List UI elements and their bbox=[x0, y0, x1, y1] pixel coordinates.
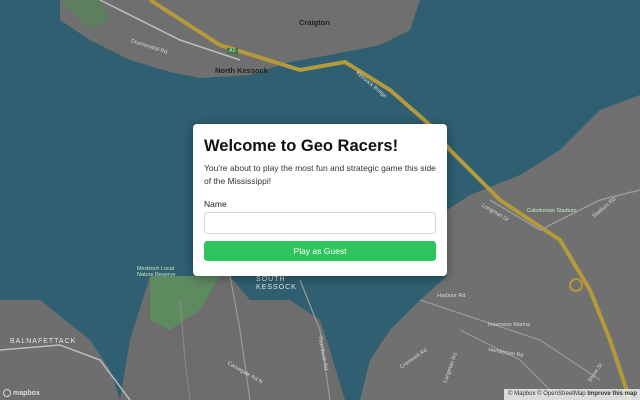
attribution-osm-link[interactable]: © OpenStreetMap bbox=[537, 391, 585, 397]
map-attribution: © Mapbox © OpenStreetMap Improve this ma… bbox=[504, 389, 640, 400]
label-balnafettack: BALNAFETTACK bbox=[10, 338, 77, 345]
attribution-mapbox-link[interactable]: © Mapbox bbox=[508, 391, 535, 397]
label-caledonian-stadium: Caledonian Stadium bbox=[527, 208, 577, 214]
modal-description: You're about to play the most fun and st… bbox=[204, 163, 436, 186]
label-south-kessock: SOUTH KESSOCK bbox=[256, 276, 297, 291]
name-label: Name bbox=[204, 199, 227, 209]
label-north-kessock: North Kessock bbox=[215, 66, 268, 75]
welcome-modal: Welcome to Geo Racers! You're about to p… bbox=[193, 124, 447, 276]
mapbox-logo[interactable]: mapbox bbox=[3, 389, 40, 397]
label-harbour-rd: Harbour Rd bbox=[437, 293, 466, 299]
play-as-guest-button[interactable]: Play as Guest bbox=[204, 241, 436, 261]
improve-map-link[interactable]: Improve this map bbox=[587, 391, 637, 397]
label-craigton: Craigton bbox=[299, 18, 330, 27]
label-merkinch-reserve: Merkinch Local Nature Reserve bbox=[137, 266, 176, 278]
modal-title: Welcome to Geo Racers! bbox=[204, 137, 399, 155]
mapbox-icon bbox=[3, 389, 11, 397]
label-inverness-marina: Inverness Marina bbox=[488, 322, 531, 328]
road-shield-a9: A9 bbox=[227, 48, 238, 54]
name-input[interactable] bbox=[204, 212, 436, 234]
